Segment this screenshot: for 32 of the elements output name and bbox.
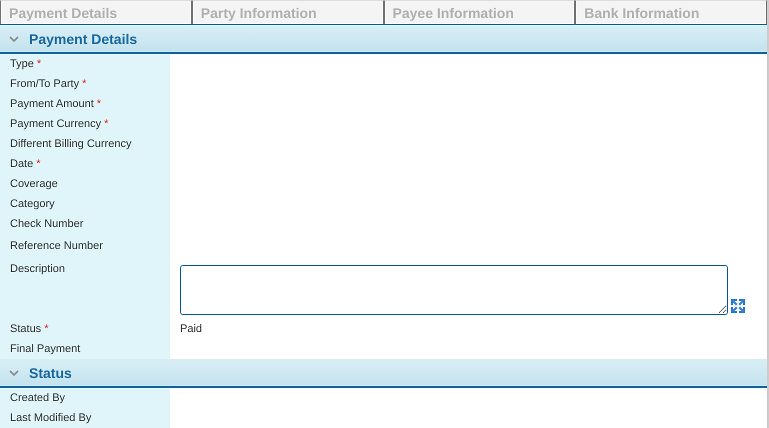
tab[interactable]: Payee Information [384,0,576,24]
field-label: Description [10,263,66,275]
section-title: Payment Details [29,30,138,46]
expand-icon[interactable] [730,298,746,314]
tab[interactable]: Bank Information [575,0,767,24]
field-label: Different Billing Currency [10,138,132,150]
description-field[interactable] [180,265,728,315]
field-label: Final Payment [10,343,80,355]
section-header[interactable]: Status [0,359,767,388]
field-label: Category [10,198,55,210]
required-marker: * [104,118,108,130]
field-label: Check Number [10,218,84,230]
field-label: From/To Party [10,78,80,90]
field-value: Paid [180,323,202,335]
field-label: Payment Currency [10,118,102,130]
field-label: Payment Amount [10,98,94,110]
section-title: Status [29,364,72,380]
tab[interactable]: Party Information [192,0,384,24]
required-marker: * [36,158,41,170]
field-label: Status [10,323,42,335]
field-label: Coverage [10,178,58,190]
field-label: Type [10,58,34,70]
required-marker: * [82,78,86,90]
required-marker: * [36,58,42,70]
required-marker: * [96,98,102,110]
field-label: Last Modified By [10,412,92,424]
field-label: Reference Number [10,240,103,252]
required-marker: * [44,323,48,335]
field-label: Created By [10,392,66,404]
field-label: Date [10,158,34,170]
section-header[interactable]: Payment Details [0,25,767,54]
tab[interactable]: Payment Details [0,0,192,24]
